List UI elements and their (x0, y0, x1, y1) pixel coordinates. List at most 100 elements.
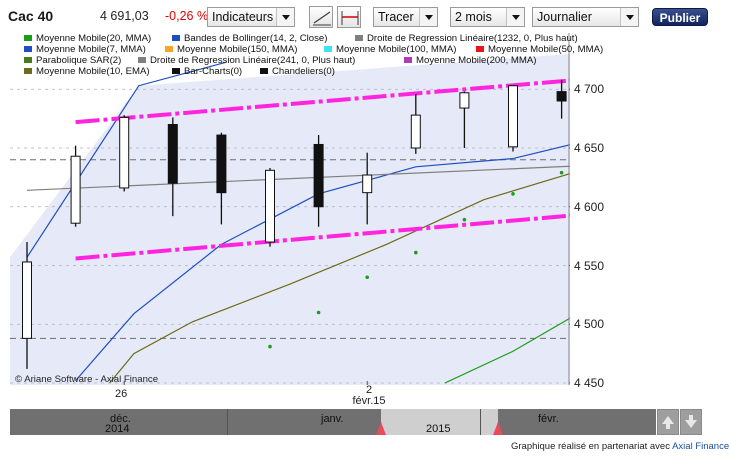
y-tick-label: 4 450 (574, 376, 605, 390)
axial-finance-link[interactable]: Axial Finance (672, 441, 729, 452)
navigator-divider (480, 409, 481, 435)
navigator-right-handle[interactable] (493, 422, 503, 435)
legend-item[interactable]: Parabolique SAR(2) (24, 55, 121, 66)
legend-label: Moyenne Mobile(100, MMA) (336, 44, 457, 55)
y-tick-label: 4 700 (574, 82, 605, 97)
interval-select[interactable]: Journalier (532, 7, 639, 27)
indicators-dropdown[interactable]: Indicateurs (207, 7, 295, 27)
legend-label: Moyenne Mobile(50, MMA) (488, 44, 604, 55)
legend-swatch (476, 46, 484, 52)
sar-point (268, 344, 272, 349)
chevron-down-icon (506, 8, 524, 26)
navigator-left-handle[interactable] (376, 422, 386, 435)
legend-swatch (165, 46, 173, 52)
scroll-down-button[interactable] (680, 409, 702, 435)
y-tick-label: 4 550 (574, 258, 605, 273)
legend-item[interactable]: Droite de Regression Linéaire(1232, 0, P… (355, 33, 578, 44)
legend-swatch (172, 35, 180, 41)
sar-point (414, 250, 418, 255)
candle-body (508, 85, 518, 148)
candle-body (22, 261, 32, 339)
navigator-divider (227, 409, 228, 435)
legend-swatch (404, 57, 412, 63)
legend-swatch (138, 57, 146, 63)
trendline-icon (313, 11, 331, 26)
draw-dropdown[interactable]: Tracer (373, 7, 438, 27)
legend-swatch (260, 68, 268, 74)
price-chart[interactable] (10, 33, 570, 385)
toolbar: Cac 40 4 691,03 -0,26 % Indicateurs Trac… (0, 0, 730, 32)
arrow-up-icon (662, 416, 674, 429)
legend-swatch (172, 68, 180, 74)
candle-body (70, 155, 81, 224)
horizontal-line-tool-button[interactable] (337, 6, 361, 28)
draw-dropdown-label: Tracer (378, 10, 414, 24)
legend-swatch (24, 46, 32, 52)
sar-point (365, 275, 370, 280)
legend-label: Moyenne Mobile(150, MMA) (177, 44, 298, 55)
legend-label: Bandes de Bollinger(14, 2, Close) (184, 33, 328, 44)
interval-select-value: Journalier (537, 10, 592, 24)
legend-label: Moyenne Mobile(200, MMA) (416, 55, 537, 66)
x-tick-label: 2 févr.15 (352, 384, 386, 407)
x-tick-label: 26 (115, 388, 128, 400)
chevron-down-icon (419, 8, 437, 26)
legend-item[interactable]: Chandeliers(0) (260, 66, 335, 77)
legend-item[interactable]: Bandes de Bollinger(14, 2, Close) (172, 33, 327, 44)
legend-item[interactable]: Droite de Regression Linéaire(241, 0, Pl… (138, 55, 355, 66)
time-navigator[interactable]: déc. 2014 janv. 2015 févr. (10, 409, 656, 435)
legend-item[interactable]: Moyenne Mobile(200, MMA) (404, 55, 537, 66)
legend-item[interactable]: Moyenne Mobile(7, MMA) (24, 44, 146, 55)
legend-label: Droite de Regression Linéaire(1232, 0, P… (367, 33, 578, 44)
candle-body (362, 174, 373, 194)
legend-swatch (24, 68, 32, 74)
candle-body (410, 114, 421, 149)
period-select[interactable]: 2 mois (450, 7, 525, 27)
indicators-dropdown-label: Indicateurs (212, 10, 274, 24)
legend-item[interactable]: Moyenne Mobile(20, MMA) (24, 33, 151, 44)
legend-label: Chandeliers(0) (272, 66, 335, 77)
candle-body (313, 143, 324, 208)
navigator-month-label: févr. (538, 413, 559, 425)
instrument-name: Cac 40 (8, 8, 54, 24)
candle-body (167, 124, 178, 184)
legend-swatch (324, 46, 332, 52)
horizontal-line-icon (341, 11, 359, 25)
legend-swatch (355, 35, 363, 41)
candle-body (216, 134, 227, 194)
legend-item[interactable]: Moyenne Mobile(10, EMA) (24, 66, 150, 77)
scroll-up-button[interactable] (657, 409, 679, 435)
legend-label: Moyenne Mobile(20, MMA) (36, 33, 152, 44)
candle-body (556, 91, 567, 102)
candle-body (265, 169, 275, 243)
chart-plot[interactable] (10, 33, 570, 385)
y-tick-label: 4 650 (574, 141, 605, 155)
chevron-down-icon (620, 8, 638, 26)
sar-point (559, 170, 564, 175)
navigator-year-label: 2015 (426, 423, 451, 435)
period-select-value: 2 mois (455, 10, 492, 24)
sar-point (462, 217, 467, 222)
y-tick-label: 4 500 (574, 317, 605, 332)
sar-point (316, 310, 321, 315)
arrow-down-icon (685, 415, 697, 428)
legend-item[interactable]: Moyenne Mobile(50, MMA) (476, 44, 603, 55)
legend-label: Droite de Regression Linéaire(241, 0, Pl… (150, 55, 356, 66)
credit-text: Graphique réalisé en partenariat avec (511, 441, 670, 452)
chart-copyright: © Ariane Software - Axial Finance (15, 374, 159, 385)
publish-button[interactable]: Publier (652, 8, 708, 26)
partner-credit: Graphique réalisé en partenariat avec Ax… (511, 441, 729, 452)
legend-label: Parabolique SAR(2) (36, 55, 122, 66)
legend-label: Moyenne Mobile(10, EMA) (36, 66, 150, 77)
chevron-down-icon (276, 8, 294, 26)
legend-item[interactable]: Moyenne Mobile(150, MMA) (165, 44, 298, 55)
trendline-tool-button[interactable] (309, 6, 333, 28)
navigator-month-label: janv. (321, 413, 344, 425)
legend-item[interactable]: Bar-Charts(0) (172, 66, 242, 77)
last-price: 4 691,03 (100, 9, 149, 23)
legend-item[interactable]: Moyenne Mobile(100, MMA) (324, 44, 457, 55)
candle-body (459, 92, 470, 109)
candle-body (119, 116, 130, 189)
indicator-legend: Moyenne Mobile(20, MMA) Bandes de Bollin… (10, 33, 620, 77)
navigator-year-label: 2014 (105, 423, 130, 435)
